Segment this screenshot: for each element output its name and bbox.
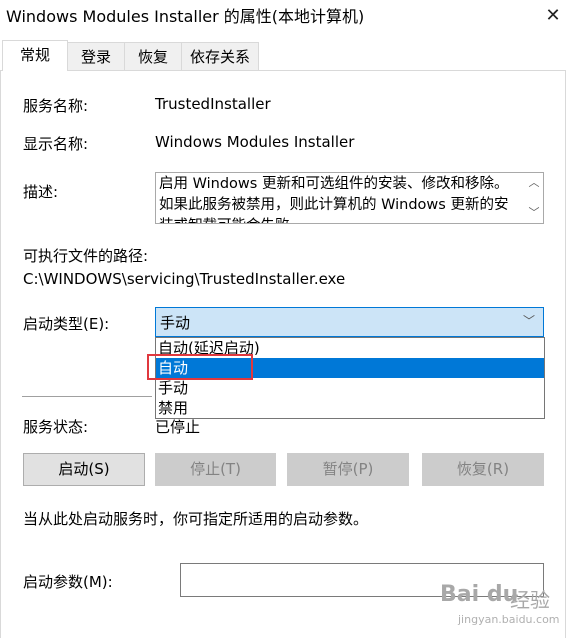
window-title: Windows Modules Installer 的属性(本地计算机) bbox=[6, 7, 365, 26]
stop-button[interactable]: 停止(T) bbox=[155, 453, 276, 486]
description-label: 描述: bbox=[23, 183, 59, 201]
exe-path-value: C:\WINDOWS\servicing\TrustedInstaller.ex… bbox=[23, 270, 346, 288]
startup-type-current: 手动 bbox=[160, 314, 191, 332]
separator-line bbox=[22, 396, 152, 397]
startup-option-manual[interactable]: 手动 bbox=[156, 378, 544, 398]
watermark-cn-text: 经验 bbox=[510, 588, 550, 612]
tab-logon[interactable]: 登录 bbox=[67, 42, 125, 70]
display-name-value: Windows Modules Installer bbox=[155, 133, 355, 151]
description-text: 启用 Windows 更新和可选组件的安装、修改和移除。如果此服务被禁用，则此计… bbox=[159, 176, 509, 223]
startup-option-disabled[interactable]: 禁用 bbox=[156, 398, 544, 418]
service-name-label: 服务名称: bbox=[23, 97, 89, 115]
chevron-down-icon: ﹀ bbox=[522, 314, 535, 328]
description-textbox[interactable]: 启用 Windows 更新和可选组件的安装、修改和移除。如果此服务被禁用，则此计… bbox=[155, 172, 544, 224]
service-name-value: TrustedInstaller bbox=[155, 95, 271, 113]
title-bar: Windows Modules Installer 的属性(本地计算机) ✕ bbox=[0, 0, 568, 30]
resume-button[interactable]: 恢复(R) bbox=[422, 453, 544, 486]
annotation-highlight-box bbox=[147, 354, 253, 380]
display-name-label: 显示名称: bbox=[23, 135, 89, 153]
exe-path-label: 可执行文件的路径: bbox=[23, 247, 149, 265]
close-button[interactable]: ✕ bbox=[538, 0, 568, 30]
start-params-label: 启动参数(M): bbox=[23, 573, 113, 591]
service-status-value: 已停止 bbox=[155, 418, 201, 436]
startup-type-label: 启动类型(E): bbox=[23, 315, 110, 333]
tab-dependencies[interactable]: 依存关系 bbox=[181, 42, 259, 70]
watermark-url: jingyan.baidu.com bbox=[458, 613, 560, 626]
close-icon: ✕ bbox=[545, 4, 561, 26]
service-status-label: 服务状态: bbox=[23, 418, 89, 436]
description-scrollbar[interactable]: ︿ ﹀ bbox=[525, 173, 543, 223]
scroll-down-icon[interactable]: ﹀ bbox=[525, 205, 543, 221]
start-button[interactable]: 启动(S) bbox=[23, 453, 145, 486]
scroll-up-icon[interactable]: ︿ bbox=[525, 175, 543, 191]
tab-recovery[interactable]: 恢复 bbox=[124, 42, 182, 70]
tab-general[interactable]: 常规 bbox=[2, 40, 68, 71]
startup-type-select[interactable]: 手动 ﹀ bbox=[155, 307, 544, 337]
tab-strip: 常规 登录 恢复 依存关系 bbox=[0, 40, 568, 71]
baidu-logo: Bai du bbox=[440, 582, 519, 607]
start-params-hint: 当从此处启动服务时，你可指定所适用的启动参数。 bbox=[23, 510, 369, 528]
pause-button[interactable]: 暂停(P) bbox=[287, 453, 409, 486]
